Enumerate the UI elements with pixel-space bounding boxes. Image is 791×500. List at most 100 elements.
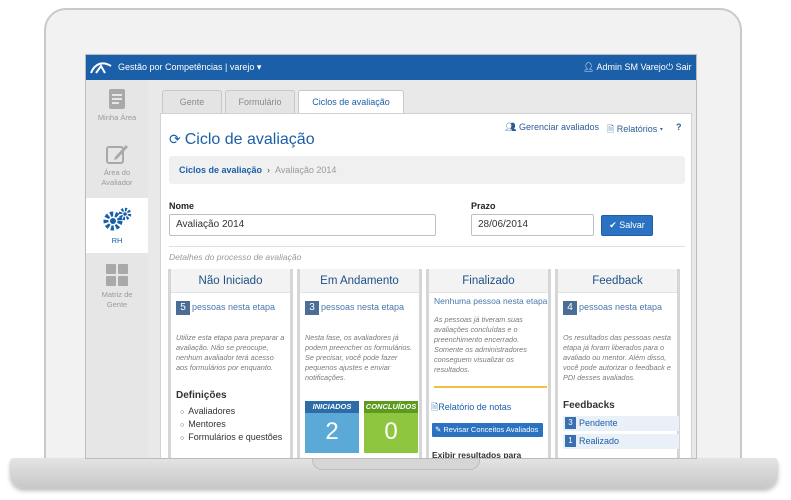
count-badge: 4 bbox=[563, 301, 577, 315]
sidebar-item-label: RH bbox=[111, 236, 123, 245]
user-menu[interactable]: 👤︎ Admin SM Varejo bbox=[583, 62, 666, 73]
stage-feedback: Feedback 4 pessoas nesta etapa Os resulta… bbox=[555, 269, 680, 458]
sidebar-item-matriz-gente[interactable]: Matriz de Gente bbox=[86, 263, 148, 318]
name-label: Nome bbox=[169, 201, 195, 211]
stage-description: Nesta fase, os avaliadores já podem pree… bbox=[305, 333, 413, 382]
completed-label: CONCLUÍDOS bbox=[364, 401, 418, 413]
page-title-text: Ciclo de avaliação bbox=[184, 131, 315, 148]
stage-description: Utilize esta etapa para preparar a avali… bbox=[176, 333, 285, 372]
stage-title: Em Andamento bbox=[300, 269, 419, 293]
sidebar-item-label-2: Avaliador bbox=[101, 178, 133, 187]
edit-icon: ✎ bbox=[435, 425, 442, 434]
sidebar-item-label: Minha Área bbox=[97, 113, 137, 122]
deadline-field[interactable]: 28/06/2014 bbox=[471, 214, 594, 236]
process-details-label: Detalhes do processo de avaliação bbox=[169, 252, 302, 262]
sidebar-item-rh[interactable]: RH bbox=[86, 198, 148, 253]
users-icon: 👥︎ bbox=[505, 122, 517, 132]
save-button[interactable]: ✔ Salvar bbox=[601, 215, 653, 236]
definitions-title: Definições bbox=[176, 390, 227, 401]
user-name: Admin SM Varejo bbox=[596, 62, 666, 72]
report-icon: 🗎 bbox=[607, 124, 615, 134]
power-icon: ⏻ bbox=[666, 62, 674, 72]
reports-dropdown[interactable]: 🗎 Relatórios ▾ bbox=[607, 122, 663, 138]
grades-report-label: Relatório de notas bbox=[438, 402, 512, 412]
stage-count[interactable]: 5 pessoas nesta etapa bbox=[176, 301, 275, 315]
feedback-pending-item[interactable]: 3 Pendente bbox=[563, 416, 679, 431]
sidebar-item-label-2: Gente bbox=[106, 300, 128, 309]
sidebar-item-label: Área do bbox=[103, 168, 131, 177]
stage-title: Não Iniciado bbox=[171, 269, 290, 293]
tab-gente[interactable]: Gente bbox=[162, 90, 222, 113]
edit-icon bbox=[106, 145, 128, 164]
stage-title: Feedback bbox=[558, 269, 677, 293]
sidebar-item-label: Matriz de bbox=[101, 290, 133, 299]
started-box[interactable]: INICIADOS 2 bbox=[305, 401, 359, 453]
started-value: 2 bbox=[325, 418, 339, 445]
count-text: pessoas nesta etapa bbox=[321, 302, 405, 312]
feedback-item-label: Realizado bbox=[579, 436, 620, 446]
sidebar: Minha Área Área do Avaliador RH Matriz d… bbox=[86, 80, 148, 458]
stage-count[interactable]: 4 pessoas nesta etapa bbox=[563, 301, 662, 315]
definition-evaluators-link[interactable]: Avaliadores bbox=[180, 406, 235, 416]
deadline-label: Prazo bbox=[471, 201, 496, 211]
completed-value: 0 bbox=[384, 418, 398, 445]
manage-evaluated-link[interactable]: 👥︎ Gerenciar avaliados bbox=[505, 122, 599, 133]
review-concepts-button[interactable]: ✎ Revisar Conceitos Avaliados bbox=[432, 423, 543, 437]
main-content: Gente Formulário Ciclos de avaliação 👥︎ … bbox=[148, 80, 696, 459]
gears-icon bbox=[103, 207, 132, 231]
feedbacks-title: Feedbacks bbox=[563, 400, 615, 411]
refresh-icon: ⟳ bbox=[169, 131, 181, 147]
divider bbox=[169, 246, 685, 247]
save-label: Salvar bbox=[619, 220, 645, 230]
count-badge: 1 bbox=[565, 435, 576, 447]
sidebar-item-minha-area[interactable]: Minha Área bbox=[86, 88, 148, 133]
stage-nao-iniciado: Não Iniciado 5 pessoas nesta etapa Utiliz… bbox=[168, 269, 293, 458]
completed-box[interactable]: CONCLUÍDOS 0 bbox=[364, 401, 418, 453]
definition-mentors-link[interactable]: Mentores bbox=[180, 419, 226, 429]
brand-logo-icon[interactable] bbox=[90, 60, 112, 75]
divider bbox=[434, 386, 547, 388]
user-icon: 👤︎ bbox=[583, 62, 595, 72]
stage-finalizado: Finalizado Nenhuma pessoa nesta etapa As… bbox=[426, 269, 551, 459]
logout-label: Sair bbox=[675, 62, 692, 72]
stage-count[interactable]: 3 pessoas nesta etapa bbox=[305, 301, 404, 315]
stage-em-andamento: Em Andamento 3 pessoas nesta etapa Nesta … bbox=[297, 269, 422, 458]
grid-icon bbox=[106, 264, 128, 286]
feedback-done-item[interactable]: 1 Realizado bbox=[563, 434, 679, 449]
logout-link[interactable]: ⏻ Sair bbox=[666, 62, 692, 73]
breadcrumb-current: Avaliação 2014 bbox=[275, 165, 337, 175]
count-badge: 3 bbox=[565, 417, 576, 429]
breadcrumb-separator: › bbox=[267, 165, 271, 175]
stage-description: Os resultados das pessoas nesta etapa já… bbox=[563, 333, 671, 382]
manage-evaluated-label: Gerenciar avaliados bbox=[518, 122, 599, 132]
grades-report-link[interactable]: 🗎Relatório de notas bbox=[431, 400, 511, 416]
started-label: INICIADOS bbox=[305, 401, 359, 413]
count-badge: 5 bbox=[176, 301, 190, 315]
check-icon: ✔ bbox=[609, 220, 617, 230]
sidebar-item-area-avaliador[interactable]: Área do Avaliador bbox=[86, 143, 148, 193]
count-text: pessoas nesta etapa bbox=[579, 302, 663, 312]
tab-formulario[interactable]: Formulário bbox=[225, 90, 295, 113]
page-title: ⟳ Ciclo de avaliação bbox=[169, 131, 315, 149]
document-icon bbox=[109, 89, 125, 109]
app-title-dropdown[interactable]: Gestão por Competências | varejo ▾ bbox=[118, 62, 261, 73]
app-screen: Gestão por Competências | varejo ▾ 👤︎ Ad… bbox=[85, 54, 697, 459]
count-badge: 3 bbox=[305, 301, 319, 315]
breadcrumb-cycles-link[interactable]: Ciclos de avaliação bbox=[179, 165, 262, 175]
review-concepts-label: Revisar Conceitos Avaliados bbox=[443, 425, 539, 434]
tab-ciclos-avaliacao[interactable]: Ciclos de avaliação bbox=[298, 90, 404, 114]
top-navbar: Gestão por Competências | varejo ▾ 👤︎ Ad… bbox=[86, 55, 696, 80]
stage-none-text: Nenhuma pessoa nesta etapa bbox=[434, 296, 548, 306]
breadcrumb: Ciclos de avaliação › Avaliação 2014 bbox=[169, 156, 685, 184]
reports-label: Relatórios ▾ bbox=[616, 124, 664, 134]
show-results-label: Exibir resultados para bbox=[432, 450, 522, 459]
count-text: pessoas nesta etapa bbox=[192, 302, 276, 312]
stage-description: As pessoas já tiveram suas avaliações co… bbox=[434, 315, 527, 374]
help-icon[interactable]: ? bbox=[676, 122, 682, 132]
laptop-notch bbox=[312, 458, 480, 470]
stage-title: Finalizado bbox=[429, 269, 548, 293]
cycle-panel: 👥︎ Gerenciar avaliados 🗎 Relatórios ▾ ? … bbox=[160, 113, 692, 459]
name-field[interactable]: Avaliação 2014 bbox=[169, 214, 436, 236]
feedback-item-label: Pendente bbox=[579, 418, 618, 428]
definition-forms-link[interactable]: Formulários e questões bbox=[180, 432, 282, 442]
